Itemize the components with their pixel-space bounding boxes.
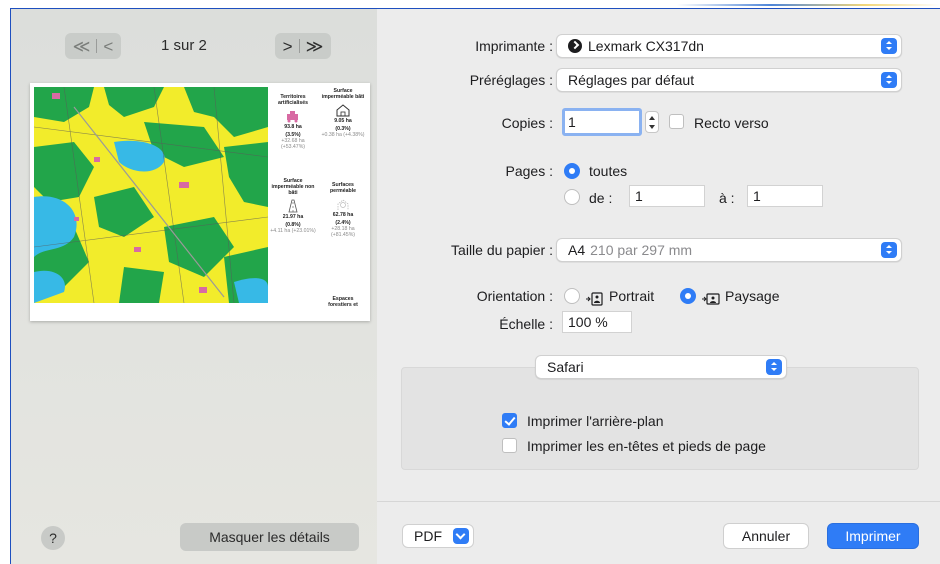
settings-pane: Imprimante : Lexmark CX317dn Préréglages… [377,9,940,564]
pages-all-radio[interactable] [564,163,580,179]
cancel-button[interactable]: Annuler [723,523,809,549]
presets-select[interactable]: Réglages par défaut [556,68,902,92]
scale-input[interactable]: 100 % [562,311,632,333]
stat-forest: Espaces forestiers et [320,296,366,309]
stat-delta: +0.38 ha (+4.38%) [321,131,365,138]
printer-value: Lexmark CX317dn [588,38,704,54]
stat-title: Surfaces perméable [330,182,356,194]
previous-page-icon[interactable]: < [103,38,113,55]
last-page-icon[interactable]: ≫ [306,38,324,55]
house-icon [336,104,350,117]
chevron-down-icon [453,528,469,544]
pages-to-input[interactable]: 1 [747,185,823,207]
copies-label: Copies : [501,115,553,131]
printer-label: Imprimante : [475,38,553,54]
pages-label: Pages : [505,163,553,179]
pages-from-input[interactable]: 1 [629,185,705,207]
page-indicator: 1 sur 2 [161,37,207,54]
app-section-value: Safari [547,359,584,375]
chevron-up-down-icon [881,72,897,88]
landscape-icon [702,293,720,305]
footer-divider [377,501,940,502]
landscape-label: Paysage [725,288,780,304]
nav-separator [96,39,98,53]
stat-value: 21.97 ha [282,213,304,220]
garden-icon [337,199,349,210]
stat-artificialised: Territoires artificialisés 93.8 ha (3.5%… [270,94,316,151]
print-dialog: ≪ < 1 sur 2 > ≫ Territoires artificialis… [10,8,940,564]
paper-size-detail: 210 par 297 mm [590,242,693,258]
print-headers-checkbox[interactable] [502,438,517,453]
pages-range-radio[interactable] [564,189,580,205]
window-top-edge [0,0,940,8]
stat-delta: +4.11 ha (+23.01%) [270,227,316,234]
copies-stepper[interactable] [645,111,659,133]
app-options-panel: Imprimer l'arrière-plan Imprimer les en-… [401,367,919,470]
pages-all-label: toutes [589,163,628,179]
stat-delta: +32.68 ha (+53.47%) [280,137,306,150]
pdf-menu-button[interactable]: PDF [402,524,474,548]
presets-value: Réglages par défaut [568,72,695,88]
paper-size-value: A4 [568,242,586,258]
printer-select[interactable]: Lexmark CX317dn [556,34,902,58]
presets-label: Préréglages : [469,72,553,88]
pages-to-label: à : [719,190,735,206]
pdf-label: PDF [414,528,442,544]
hide-details-button[interactable]: Masquer les détails [180,523,359,551]
printer-status-icon [568,39,582,53]
first-page-icon[interactable]: ≪ [73,38,91,55]
preview-pane: ≪ < 1 sur 2 > ≫ Territoires artificialis… [11,9,377,564]
landscape-radio[interactable] [680,288,696,304]
chevron-up-down-icon [766,359,782,375]
land-cover-map [34,87,268,303]
copies-input[interactable]: 1 [562,108,642,136]
stat-value: 62.78 ha [332,211,354,218]
stat-title: Surface imperméable non bâti [271,178,315,196]
stat-title: Surface imperméable bâti [321,88,365,100]
stats-panel: Territoires artificialisés 93.8 ha (3.5%… [270,88,370,313]
print-background-label: Imprimer l'arrière-plan [527,413,664,429]
previous-page-button[interactable]: ≪ < [65,33,121,59]
stat-impermeable-unbuilt: Surface imperméable non bâti 21.97 ha (0… [270,178,316,235]
app-section-select[interactable]: Safari [535,355,787,379]
pages-range-label: de : [589,190,613,206]
help-button[interactable]: ? [41,526,65,550]
chevron-up-down-icon [881,38,897,54]
duplex-label: Recto verso [694,115,769,131]
portrait-icon [586,292,603,306]
stat-title: Espaces forestiers et [328,296,358,308]
bulldozer-icon [287,110,298,123]
orientation-label: Orientation : [476,288,553,304]
print-background-checkbox[interactable] [502,413,517,428]
paper-size-select[interactable]: A4 210 par 297 mm [556,238,902,262]
stat-permeable: Surfaces perméable 62.78 ha (2.4%) +28.1… [320,182,366,239]
next-page-icon[interactable]: > [283,38,293,55]
stat-value: 9.05 ha [334,117,352,124]
stat-title: Territoires artificialisés [278,94,308,106]
next-page-button[interactable]: > ≫ [275,33,331,59]
stat-impermeable-built: Surface imperméable bâti 9.05 ha (0.3%) … [320,88,366,139]
road-icon [288,199,298,213]
nav-separator [298,39,300,53]
page-preview: Territoires artificialisés 93.8 ha (3.5%… [30,83,370,321]
paper-size-label: Taille du papier : [451,242,553,258]
print-headers-label: Imprimer les en-têtes et pieds de page [527,438,766,454]
duplex-checkbox[interactable] [669,114,684,129]
portrait-radio[interactable] [564,288,580,304]
portrait-label: Portrait [609,288,655,304]
window-accent-line [0,4,940,6]
chevron-up-down-icon [881,242,897,258]
stat-value: 93.8 ha [284,123,302,130]
scale-label: Échelle : [499,316,553,332]
print-button[interactable]: Imprimer [827,523,919,549]
stat-delta: +28.18 ha (+81.45%) [330,225,356,238]
